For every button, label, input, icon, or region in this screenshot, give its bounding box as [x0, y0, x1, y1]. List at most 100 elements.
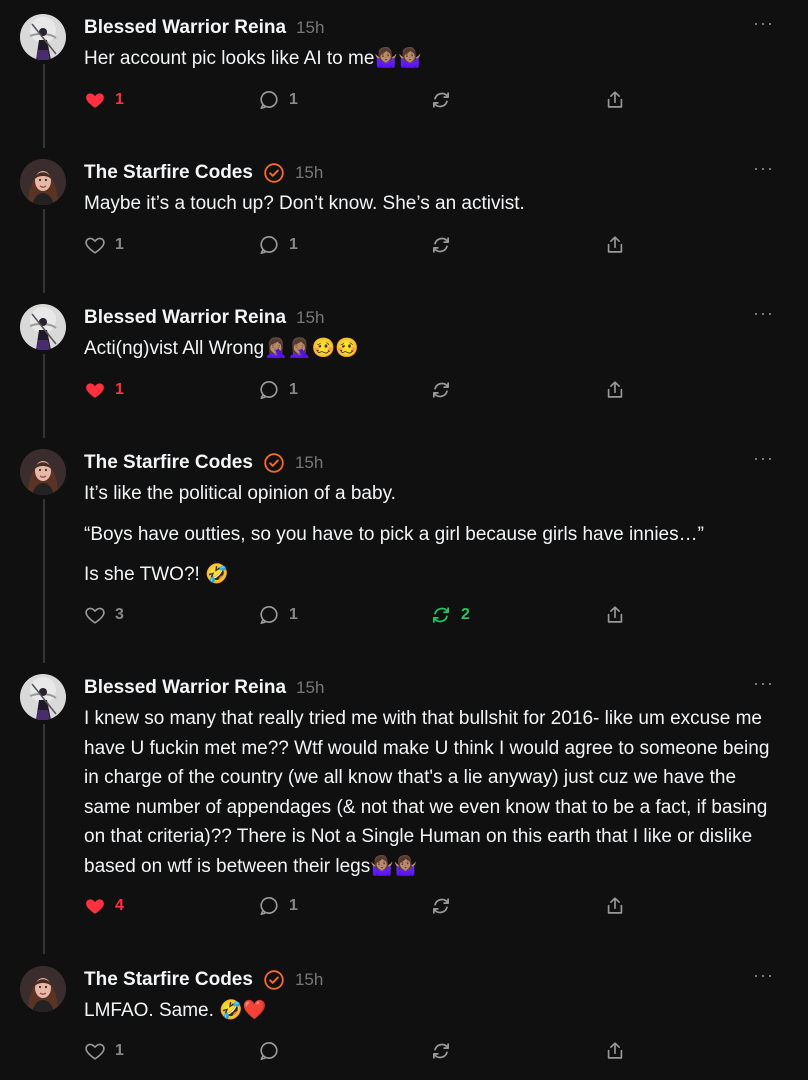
reply-button[interactable]	[258, 1037, 289, 1065]
more-options-icon[interactable]: ···	[753, 14, 774, 32]
post-timestamp[interactable]: 15h	[295, 970, 323, 990]
heart-icon	[84, 1040, 106, 1062]
avatar[interactable]	[20, 449, 66, 495]
speech-bubble-icon	[258, 1040, 280, 1062]
share-button[interactable]	[604, 601, 626, 629]
like-count: 4	[115, 897, 124, 914]
repost-button[interactable]	[430, 892, 461, 920]
avatar[interactable]	[20, 966, 66, 1012]
share-button[interactable]	[604, 231, 626, 259]
share-button[interactable]	[604, 1037, 626, 1065]
author-name[interactable]: The Starfire Codes	[84, 162, 253, 184]
repost-arrows-icon	[430, 379, 452, 401]
share-button[interactable]	[604, 892, 626, 920]
post-text-paragraph: Acti(ng)vist All Wrong🤦🏽‍♀️🤦🏽‍♀️🥴🥴	[84, 338, 359, 359]
post-text-paragraph: “Boys have outties, so you have to pick …	[84, 523, 704, 545]
reply-count: 1	[289, 897, 298, 914]
post-body: Acti(ng)vist All Wrong🤦🏽‍♀️🤦🏽‍♀️🥴🥴	[84, 334, 774, 375]
post-body: It’s like the political opinion of a bab…	[84, 479, 774, 601]
heart-icon	[84, 604, 106, 626]
repost-arrows-icon	[430, 234, 452, 256]
avatar[interactable]	[20, 159, 66, 205]
like-count: 1	[115, 1042, 124, 1059]
thread-post: Blessed Warrior Reina 15h ··· Acti(ng)vist …	[0, 290, 808, 435]
reply-button[interactable]: 1	[258, 231, 298, 259]
more-options-icon[interactable]: ···	[753, 159, 774, 177]
post-text-paragraph: Her account pic looks like AI to me🤷🏽‍♀️…	[84, 48, 422, 69]
post-timestamp[interactable]: 15h	[296, 18, 324, 38]
post-timestamp[interactable]: 15h	[295, 453, 323, 473]
repost-button[interactable]	[430, 1037, 461, 1065]
reply-count: 1	[289, 606, 298, 623]
more-options-icon[interactable]: ···	[753, 449, 774, 467]
post-body: LMFAO. Same. 🤣❤️	[84, 996, 774, 1037]
verified-badge-icon	[263, 452, 285, 474]
reply-button[interactable]: 1	[258, 376, 298, 404]
avatar[interactable]	[20, 14, 66, 60]
author-name[interactable]: Blessed Warrior Reina	[84, 17, 286, 39]
post-header: Blessed Warrior Reina 15h	[84, 306, 324, 330]
author-name[interactable]: The Starfire Codes	[84, 969, 253, 991]
share-upload-icon	[604, 895, 626, 917]
post-actions: 11	[84, 376, 644, 404]
more-options-icon[interactable]: ···	[753, 304, 774, 322]
like-button[interactable]: 1	[84, 1037, 124, 1065]
like-button[interactable]: 4	[84, 892, 124, 920]
share-upload-icon	[604, 1040, 626, 1062]
share-upload-icon	[604, 379, 626, 401]
share-upload-icon	[604, 89, 626, 111]
author-name[interactable]: Blessed Warrior Reina	[84, 677, 286, 699]
avatar[interactable]	[20, 674, 66, 720]
like-count: 1	[115, 91, 124, 108]
share-button[interactable]	[604, 86, 626, 114]
like-button[interactable]: 1	[84, 376, 124, 404]
reply-count: 1	[289, 381, 298, 398]
repost-count: 2	[461, 606, 470, 623]
heart-icon	[84, 895, 106, 917]
author-name[interactable]: Blessed Warrior Reina	[84, 307, 286, 329]
like-button[interactable]: 3	[84, 601, 124, 629]
post-actions: 11	[84, 231, 644, 259]
post-body: Maybe it’s a touch up? Don’t know. She’s…	[84, 189, 774, 230]
author-name[interactable]: The Starfire Codes	[84, 452, 253, 474]
repost-arrows-icon	[430, 1040, 452, 1062]
post-text-paragraph: I knew so many that really tried me with…	[84, 708, 770, 877]
post-body: I knew so many that really tried me with…	[84, 704, 774, 892]
post-text-paragraph: It’s like the political opinion of a bab…	[84, 483, 396, 504]
verified-badge-icon	[263, 969, 285, 991]
like-count: 1	[115, 236, 124, 253]
post-timestamp[interactable]: 15h	[295, 163, 323, 183]
share-button[interactable]	[604, 376, 626, 404]
post-text-paragraph: LMFAO. Same. 🤣❤️	[84, 1000, 267, 1021]
reply-button[interactable]: 1	[258, 601, 298, 629]
post-header: Blessed Warrior Reina 15h	[84, 16, 324, 40]
like-count: 3	[115, 606, 124, 623]
repost-button[interactable]	[430, 86, 461, 114]
more-options-icon[interactable]: ···	[753, 966, 774, 984]
repost-arrows-icon	[430, 89, 452, 111]
post-actions: 1	[84, 1037, 644, 1065]
speech-bubble-icon	[258, 895, 280, 917]
thread-post: Blessed Warrior Reina 15h ··· I knew so man…	[0, 660, 808, 962]
post-text-paragraph: Maybe it’s a touch up? Don’t know. She’s…	[84, 193, 525, 214]
like-button[interactable]: 1	[84, 231, 124, 259]
post-timestamp[interactable]: 15h	[296, 308, 324, 328]
post-header: The Starfire Codes 15h	[84, 161, 323, 185]
avatar[interactable]	[20, 304, 66, 350]
reply-count: 1	[289, 236, 298, 253]
more-options-icon[interactable]: ···	[753, 674, 774, 692]
reply-button[interactable]: 1	[258, 86, 298, 114]
post-actions: 3 1 2	[84, 601, 644, 629]
repost-button[interactable]	[430, 376, 461, 404]
share-upload-icon	[604, 234, 626, 256]
repost-button[interactable]	[430, 231, 461, 259]
speech-bubble-icon	[258, 89, 280, 111]
post-body: Her account pic looks like AI to me🤷🏽‍♀️…	[84, 44, 774, 85]
thread-post: The Starfire Codes 15h ··· Maybe it’s a tou…	[0, 145, 808, 290]
speech-bubble-icon	[258, 604, 280, 626]
reply-button[interactable]: 1	[258, 892, 298, 920]
like-button[interactable]: 1	[84, 86, 124, 114]
share-upload-icon	[604, 604, 626, 626]
post-timestamp[interactable]: 15h	[296, 678, 324, 698]
repost-button[interactable]: 2	[430, 601, 470, 629]
